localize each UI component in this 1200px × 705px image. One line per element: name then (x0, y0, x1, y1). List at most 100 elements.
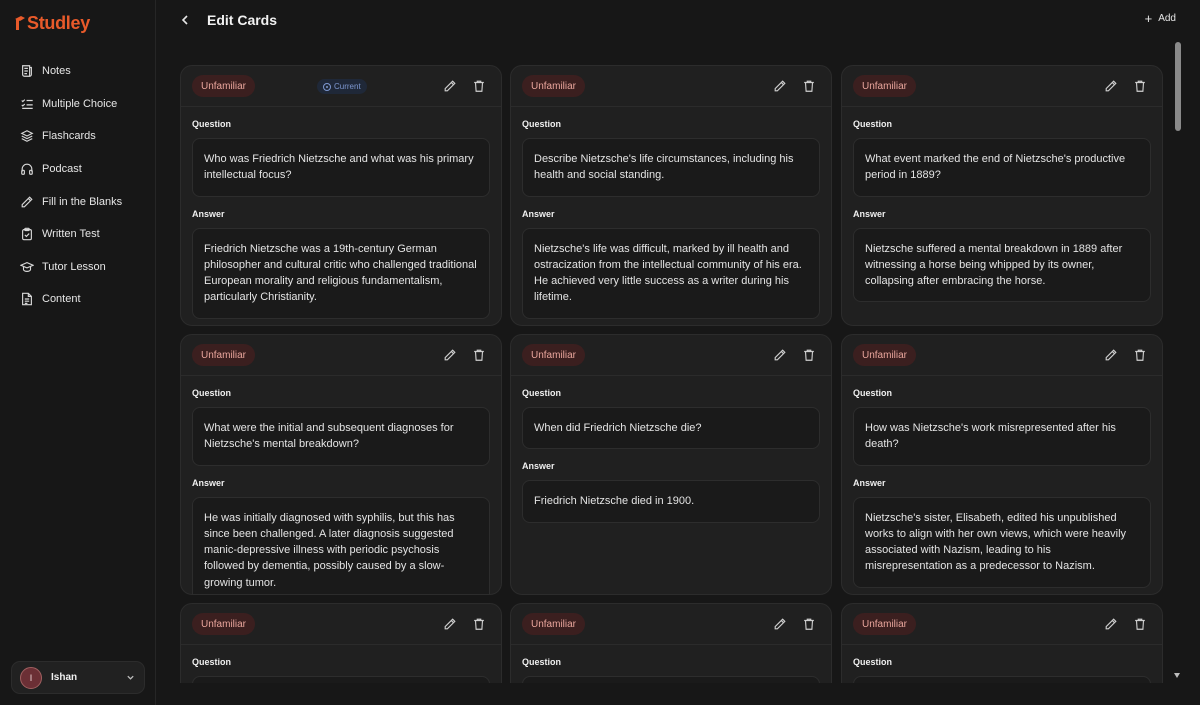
layers-icon (20, 130, 34, 143)
question-text[interactable]: How was Nietzsche's work misrepresented … (853, 407, 1151, 466)
add-label: Add (1158, 13, 1176, 24)
trash-icon[interactable] (472, 79, 486, 93)
trash-icon[interactable] (1133, 617, 1147, 631)
answer-text[interactable]: He was initially diagnosed with syphilis… (192, 496, 490, 594)
trash-icon[interactable] (472, 348, 486, 362)
status-badge[interactable]: Unfamiliar (192, 613, 256, 635)
back-arrow-icon[interactable] (178, 13, 192, 27)
edit-pencil-icon[interactable] (443, 617, 457, 631)
card-header: Unfamiliar Current (181, 66, 501, 107)
status-badge[interactable]: Unfamiliar (522, 344, 586, 366)
checklist-icon (21, 99, 33, 109)
scrollbar[interactable] (1173, 42, 1183, 683)
edit-pencil-icon[interactable] (443, 348, 457, 362)
trash-icon[interactable] (802, 348, 816, 362)
card-header: Unfamiliar (842, 335, 1162, 376)
trash-icon[interactable] (1133, 79, 1147, 93)
answer-label: Answer (522, 208, 555, 219)
user-name: Ishan (51, 672, 78, 683)
question-text[interactable] (853, 676, 1151, 683)
sidebar-item-label: Podcast (42, 163, 82, 176)
status-badge[interactable]: Unfamiliar (853, 344, 917, 366)
page-header: Edit Cards + Add (156, 0, 1200, 42)
headphones-icon (21, 163, 33, 175)
sidebar-item-content[interactable]: Content (10, 283, 146, 316)
status-badge[interactable]: Unfamiliar (853, 613, 917, 635)
sidebar-item-podcast[interactable]: Podcast (10, 153, 146, 186)
card-header: Unfamiliar (181, 335, 501, 376)
answer-label: Answer (853, 477, 886, 488)
question-text[interactable]: Who was Friedrich Nietzsche and what was… (192, 138, 490, 197)
answer-text[interactable]: Nietzsche's sister, Elisabeth, edited hi… (853, 496, 1151, 588)
sidebar-item-flashcards[interactable]: Flashcards (10, 120, 146, 153)
question-label: Question (522, 119, 562, 129)
edit-pencil-icon[interactable] (773, 79, 787, 93)
sidebar-nav: Notes Multiple Choice Flashcards Podcast… (10, 55, 146, 316)
trash-icon[interactable] (472, 617, 486, 631)
status-badge[interactable]: Unfamiliar (192, 344, 256, 366)
trash-icon[interactable] (1133, 348, 1147, 362)
scrollbar-thumb[interactable] (1175, 42, 1181, 131)
answer-text[interactable]: Friedrich Nietzsche died in 1900. (522, 480, 820, 523)
chevron-down-icon (127, 675, 134, 680)
card-header: Unfamiliar (842, 604, 1162, 645)
sidebar-item-written-test[interactable]: Written Test (10, 218, 146, 251)
sidebar-item-label: Content (42, 293, 81, 306)
avatar: I (20, 666, 42, 689)
current-label: Current (334, 82, 361, 91)
trash-icon[interactable] (802, 617, 816, 631)
sidebar-item-label: Tutor Lesson (42, 260, 106, 273)
document-icon (22, 293, 32, 306)
edit-pencil-icon[interactable] (1104, 617, 1118, 631)
edit-pencil-icon[interactable] (773, 348, 787, 362)
answer-text[interactable]: Nietzsche suffered a mental breakdown in… (853, 227, 1151, 303)
answer-label: Answer (853, 208, 886, 219)
sidebar-item-fill-in-the-blanks[interactable]: Fill in the Blanks (10, 185, 146, 218)
sidebar-item-multiple-choice[interactable]: Multiple Choice (10, 88, 146, 121)
status-badge[interactable]: Unfamiliar (853, 75, 917, 97)
question-label: Question (522, 388, 562, 398)
question-text[interactable]: What were the initial and subsequent dia… (192, 407, 490, 466)
flashcard: Unfamiliar Current Question Who was Frie… (180, 65, 502, 326)
edit-pencil-icon[interactable] (1104, 348, 1118, 362)
question-text[interactable] (522, 676, 820, 683)
sidebar-item-label: Notes (42, 65, 71, 78)
card-header: Unfamiliar (511, 66, 831, 107)
question-text[interactable] (192, 676, 490, 683)
flashcard: Unfamiliar Question How was Nietzsche's … (841, 334, 1163, 595)
edit-pencil-icon[interactable] (1104, 79, 1118, 93)
app-logo[interactable]: Studley (14, 10, 90, 36)
card-header: Unfamiliar (511, 604, 831, 645)
question-text[interactable]: Describe Nietzsche's life circumstances,… (522, 138, 820, 197)
card-header: Unfamiliar (511, 335, 831, 376)
user-menu[interactable]: I Ishan (11, 661, 145, 694)
sidebar-item-notes[interactable]: Notes (10, 55, 146, 88)
answer-label: Answer (192, 208, 225, 219)
answer-label: Answer (192, 477, 225, 488)
sidebar-item-tutor-lesson[interactable]: Tutor Lesson (10, 251, 146, 284)
answer-text[interactable]: Friedrich Nietzsche was a 19th-century G… (192, 227, 490, 319)
cards-grid: Unfamiliar Current Question Who was Frie… (156, 42, 1200, 683)
scroll-down-arrow-icon[interactable] (1174, 673, 1180, 678)
answer-text[interactable]: Nietzsche's life was difficult, marked b… (522, 227, 820, 319)
flashcard: Unfamiliar Question (180, 603, 502, 683)
current-dot-icon (323, 82, 331, 91)
graduation-cap-icon (20, 261, 34, 272)
sidebar: Studley Notes Multiple Choice Flashcards… (0, 0, 156, 705)
question-text[interactable]: What event marked the end of Nietzsche's… (853, 138, 1151, 197)
status-badge[interactable]: Unfamiliar (192, 75, 256, 97)
flashcard: Unfamiliar Question What event marked th… (841, 65, 1163, 326)
status-badge[interactable]: Unfamiliar (522, 75, 586, 97)
add-card-button[interactable]: + Add (1145, 12, 1176, 25)
card-header: Unfamiliar (842, 66, 1162, 107)
sidebar-item-label: Written Test (42, 228, 100, 241)
question-text[interactable]: When did Friedrich Nietzsche die? (522, 407, 820, 450)
clipboard-check-icon (22, 228, 32, 241)
flashcard: Unfamiliar Question (510, 603, 832, 683)
edit-pencil-icon[interactable] (773, 617, 787, 631)
status-badge[interactable]: Unfamiliar (522, 613, 586, 635)
trash-icon[interactable] (802, 79, 816, 93)
flashcard: Unfamiliar Question Describe Nietzsche's… (510, 65, 832, 326)
edit-pencil-icon[interactable] (443, 79, 457, 93)
question-label: Question (853, 119, 893, 129)
